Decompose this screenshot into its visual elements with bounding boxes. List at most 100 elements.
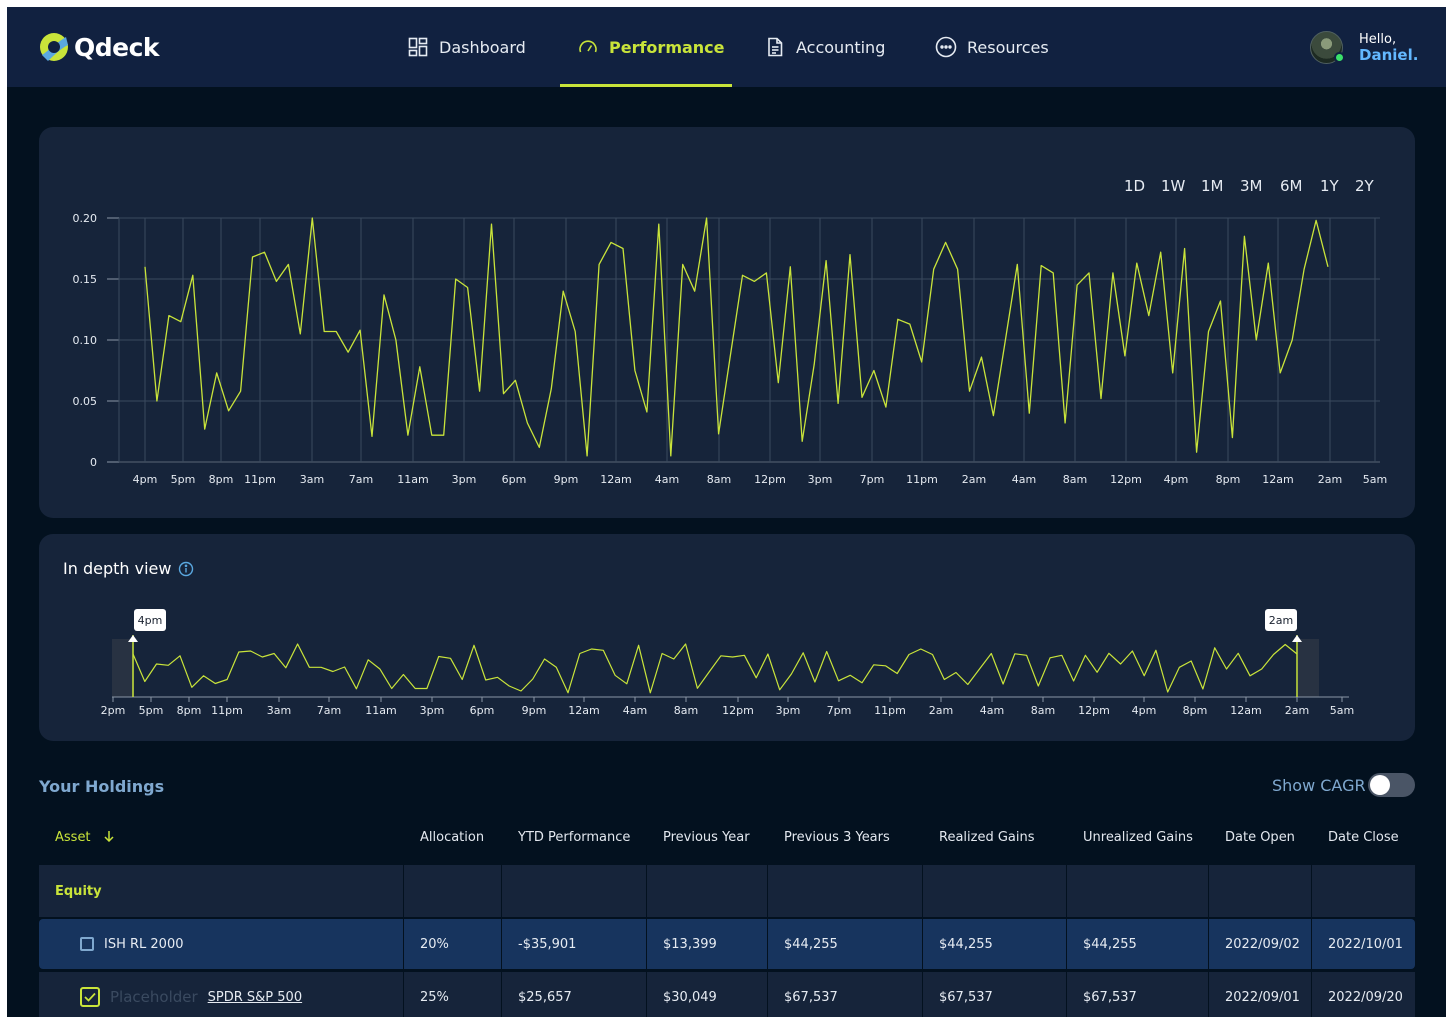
x-tick-label: 4am	[655, 473, 679, 486]
checkmark-icon	[84, 992, 96, 1002]
navigator-tick-label: 11pm	[874, 704, 906, 717]
x-tick-label: 8am	[1063, 473, 1087, 486]
navigator-tick-label: 8am	[674, 704, 698, 717]
navigator-tick-label: 4pm	[1132, 704, 1157, 717]
x-tick-label: 5pm	[171, 473, 196, 486]
x-tick-label: 12pm	[754, 473, 786, 486]
handle-left-grip	[128, 635, 138, 642]
navigator-tick-label: 4am	[980, 704, 1004, 717]
handle-label-left: 4pm	[138, 614, 163, 627]
sort-arrow-down-icon	[104, 831, 114, 843]
navigator-tick-label: 7am	[317, 704, 341, 717]
navigator-tick-label: 6pm	[470, 704, 495, 717]
navigator-tick-label: 3am	[267, 704, 291, 717]
y-tick-label: 0.15	[73, 273, 98, 286]
x-tick-label: 3pm	[452, 473, 477, 486]
table-row[interactable]: Placeholder SPDR S&P 500 25% $25,657 $30…	[39, 972, 1415, 1017]
ytd-cell: -$35,901	[501, 919, 646, 969]
x-tick-label: 7am	[349, 473, 373, 486]
asset-placeholder: Placeholder	[110, 988, 198, 1006]
navigator-tick-label: 8pm	[177, 704, 202, 717]
ytd-cell: $25,657	[501, 972, 646, 1017]
column-header-allocation[interactable]: Allocation	[420, 830, 484, 845]
previous-year-cell: $13,399	[646, 919, 767, 969]
x-tick-label: 5am	[1363, 473, 1387, 486]
x-tick-label: 6pm	[502, 473, 527, 486]
asset-cell: Placeholder SPDR S&P 500	[80, 972, 302, 1017]
allocation-cell: 20%	[403, 919, 501, 969]
performance-line-chart[interactable]: 0.20 0.15 0.10 0.05 0 4pm 5pm 8pm 11pm 3am 7am 11am…	[7, 7, 1446, 527]
realized-gains-cell: $67,537	[922, 972, 1066, 1017]
column-header-previous-year[interactable]: Previous Year	[663, 830, 750, 845]
x-tick-label: 7pm	[860, 473, 885, 486]
column-header-date-open[interactable]: Date Open	[1225, 830, 1295, 845]
navigator-tick-label: 12am	[568, 704, 599, 717]
depth-view-title: In depth view	[63, 559, 172, 578]
info-icon[interactable]	[178, 561, 194, 577]
range-mask-left	[112, 639, 134, 697]
asset-cell: ISH RL 2000	[80, 919, 184, 969]
table-row[interactable]: ISH RL 2000 20% -$35,901 $13,399 $44,255…	[39, 919, 1415, 969]
x-tick-label: 12am	[1262, 473, 1293, 486]
y-tick-label: 0.05	[73, 395, 98, 408]
y-tick-label: 0.10	[73, 334, 98, 347]
navigator-tick-label: 2am	[929, 704, 953, 717]
navigator-tick-label: 11pm	[211, 704, 243, 717]
allocation-cell: 25%	[403, 972, 501, 1017]
depth-navigator-chart[interactable]: 2pm 5pm 8pm 11pm 3am 7am 11am 3pm 6pm 9pm 12am 4am 8…	[7, 597, 1446, 727]
navigator-tick-label: 8am	[1031, 704, 1055, 717]
x-tick-label: 2am	[1318, 473, 1342, 486]
y-tick-label: 0.20	[73, 212, 98, 225]
x-tick-label: 2am	[962, 473, 986, 486]
x-tick-label: 11am	[397, 473, 428, 486]
unrealized-gains-cell: $44,255	[1066, 919, 1208, 969]
navigator-series-line	[132, 643, 1298, 694]
asset-name: ISH RL 2000	[104, 936, 184, 952]
navigator-tick-label: 3pm	[776, 704, 801, 717]
handle-right-grip	[1292, 635, 1302, 642]
toggle-knob	[1370, 775, 1390, 795]
group-row-equity[interactable]: Equity	[39, 865, 1415, 917]
navigator-tick-label: 12pm	[1078, 704, 1110, 717]
column-header-asset[interactable]: Asset	[55, 830, 115, 845]
date-close-cell: 2022/09/20	[1311, 972, 1415, 1017]
navigator-tick-label: 12am	[1230, 704, 1261, 717]
date-close-cell: 2022/10/01	[1311, 919, 1415, 969]
range-mask-right	[1298, 639, 1319, 697]
column-header-date-close[interactable]: Date Close	[1328, 830, 1399, 845]
navigator-tick-label: 8pm	[1183, 704, 1208, 717]
row-checkbox[interactable]	[80, 937, 94, 951]
date-open-cell: 2022/09/02	[1208, 919, 1311, 969]
row-checkbox-checked[interactable]	[80, 987, 100, 1007]
group-label: Equity	[55, 883, 102, 899]
previous-year-cell: $30,049	[646, 972, 767, 1017]
navigator-tick-label: 5am	[1330, 704, 1354, 717]
navigator-tick-label: 2pm	[101, 704, 126, 717]
x-tick-label: 12pm	[1110, 473, 1142, 486]
navigator-tick-label: 11am	[365, 704, 396, 717]
x-tick-label: 4pm	[133, 473, 158, 486]
app-window: Qdeck Dashboard Performance Accounting R…	[7, 7, 1446, 1017]
navigator-tick-label: 9pm	[522, 704, 547, 717]
column-header-previous-3-years[interactable]: Previous 3 Years	[784, 830, 890, 845]
show-cagr-label: Show CAGR	[1272, 776, 1366, 795]
asset-name[interactable]: SPDR S&P 500	[208, 990, 302, 1005]
navigator-tick-label: 4am	[623, 704, 647, 717]
x-tick-label: 12am	[600, 473, 631, 486]
x-tick-label: 4am	[1012, 473, 1036, 486]
x-tick-label: 4pm	[1164, 473, 1189, 486]
show-cagr-toggle[interactable]	[1368, 773, 1415, 797]
navigator-tick-label: 2am	[1285, 704, 1309, 717]
column-header-unrealized-gains[interactable]: Unrealized Gains	[1083, 830, 1193, 845]
x-tick-label: 8pm	[1216, 473, 1241, 486]
holdings-title: Your Holdings	[39, 777, 165, 796]
realized-gains-cell: $44,255	[922, 919, 1066, 969]
navigator-tick-label: 12pm	[722, 704, 754, 717]
series-line	[144, 217, 1329, 457]
column-header-ytd[interactable]: YTD Performance	[518, 830, 630, 845]
date-open-cell: 2022/09/01	[1208, 972, 1311, 1017]
column-header-realized-gains[interactable]: Realized Gains	[939, 830, 1035, 845]
x-tick-label: 11pm	[244, 473, 276, 486]
x-tick-label: 3am	[300, 473, 324, 486]
previous-3-years-cell: $44,255	[767, 919, 922, 969]
